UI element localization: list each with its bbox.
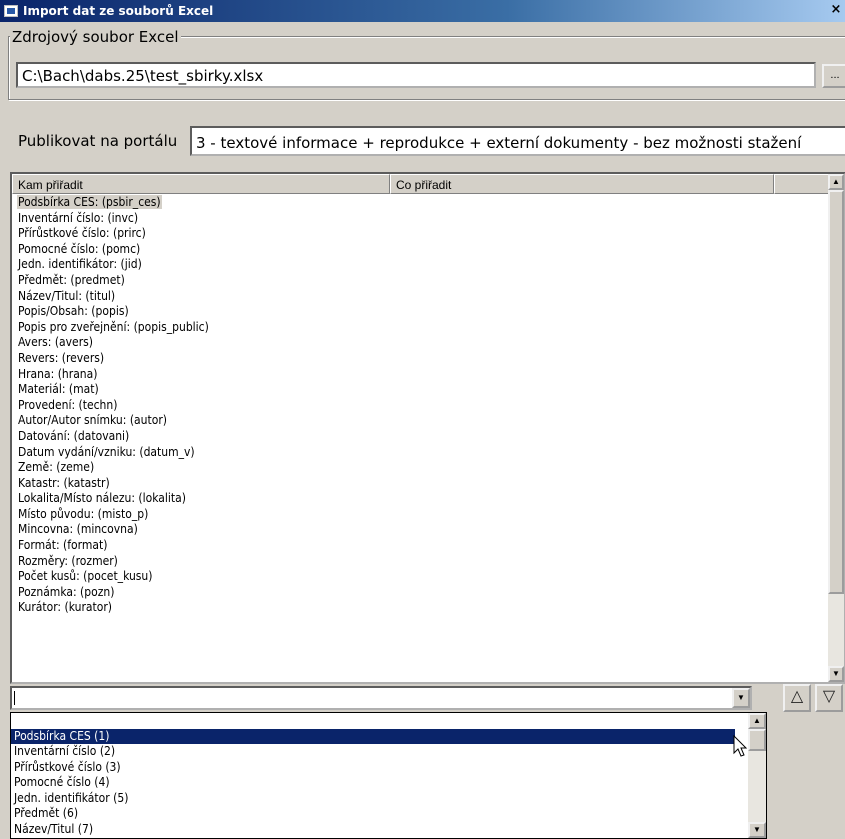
publish-select[interactable]: 3 - textové informace + reprodukce + ext… xyxy=(190,126,845,156)
list-item-label: Podsbírka CES: (psbir_ces) xyxy=(17,195,162,209)
list-item[interactable]: Provedení: (techn) xyxy=(12,398,832,414)
list-item-label: Inventární číslo: (invc) xyxy=(18,210,139,225)
list-item-label: Revers: (revers) xyxy=(18,350,105,365)
dropdown-scrollbar[interactable]: ▲ ▼ xyxy=(748,713,766,838)
list-item[interactable]: Počet kusů: (pocet_kusu) xyxy=(12,569,832,585)
publish-label: Publikovat na portálu xyxy=(18,132,178,150)
mapping-list-scrollbar[interactable]: ▲ ▼ xyxy=(828,174,844,682)
list-item-label: Rozměry: (rozmer) xyxy=(18,553,118,568)
move-down-button[interactable]: ▽ xyxy=(815,684,843,712)
list-item[interactable]: Autor/Autor snímku: (autor) xyxy=(12,413,832,429)
list-item[interactable]: Země: (zeme) xyxy=(12,460,832,476)
window-title: Import dat ze souborů Excel xyxy=(23,4,214,18)
list-item[interactable]: Lokalita/Místo nálezu: (lokalita) xyxy=(12,491,832,507)
source-column-combo[interactable]: ▼ xyxy=(10,686,752,710)
browse-button[interactable]: ... xyxy=(822,64,845,88)
dropdown-scroll-down-icon[interactable]: ▼ xyxy=(748,822,766,838)
list-item[interactable]: Podsbírka CES: (psbir_ces) xyxy=(12,195,832,211)
chevron-down-icon[interactable]: ▼ xyxy=(732,688,750,708)
list-item[interactable]: Formát: (format) xyxy=(12,538,832,554)
list-item-label: Počet kusů: (pocet_kusu) xyxy=(18,569,153,584)
list-item[interactable]: Avers: (avers) xyxy=(12,335,832,351)
column-header-source[interactable]: Co přiřadit xyxy=(390,174,774,194)
dropdown-body: Podsbírka CES (1) Inventární číslo (2) Pří… xyxy=(11,713,766,837)
list-item[interactable]: Jedn. identifikátor: (jid) xyxy=(12,257,832,273)
list-item-label: Datum vydání/vzniku: (datum_v) xyxy=(18,444,195,459)
source-path-input[interactable]: C:\Bach\dabs.25\test_sbirky.xlsx xyxy=(16,62,816,88)
list-item[interactable]: Popis pro zveřejnění: (popis_public) xyxy=(12,320,832,336)
source-column-dropdown[interactable]: Podsbírka CES (1) Inventární číslo (2) Pří… xyxy=(10,712,767,839)
column-header-target[interactable]: Kam přiřadit xyxy=(12,174,390,194)
scroll-thumb[interactable] xyxy=(828,190,844,594)
list-item-label: Kurátor: (kurator) xyxy=(18,600,112,615)
list-item-label: Popis pro zveřejnění: (popis_public) xyxy=(18,319,209,334)
list-item-label: Materiál: (mat) xyxy=(18,382,99,397)
title-bar: Import dat ze souborů Excel × xyxy=(0,0,845,22)
text-caret xyxy=(14,691,15,705)
dropdown-item[interactable]: Podsbírka CES (1) xyxy=(11,728,735,744)
dropdown-scroll-up-icon[interactable]: ▲ xyxy=(748,713,766,729)
list-item[interactable]: Název/Titul: (titul) xyxy=(12,289,832,305)
dropdown-item[interactable]: Pomocné číslo (4) xyxy=(11,775,735,791)
list-item-label: Hrana: (hrana) xyxy=(18,366,98,381)
scroll-down-icon[interactable]: ▼ xyxy=(828,666,844,682)
list-item[interactable]: Předmět: (predmet) xyxy=(12,273,832,289)
list-item[interactable]: Místo původu: (misto_p) xyxy=(12,507,832,523)
list-item-label: Země: (zeme) xyxy=(18,460,95,475)
list-item[interactable]: Rozměry: (rozmer) xyxy=(12,554,832,570)
close-button[interactable]: × xyxy=(829,2,843,18)
list-item[interactable]: Materiál: (mat) xyxy=(12,382,832,398)
list-item-label: Provedení: (techn) xyxy=(18,397,118,412)
list-item[interactable]: Kurátor: (kurator) xyxy=(12,600,832,616)
dropdown-scroll-thumb[interactable] xyxy=(748,729,766,751)
dropdown-item[interactable] xyxy=(11,713,735,729)
list-item[interactable]: Datum vydání/vzniku: (datum_v) xyxy=(12,445,832,461)
list-item[interactable]: Katastr: (katastr) xyxy=(12,476,832,492)
list-item[interactable]: Revers: (revers) xyxy=(12,351,832,367)
list-item-label: Poznámka: (pozn) xyxy=(18,584,115,599)
dropdown-item[interactable]: Předmět (6) xyxy=(11,806,735,822)
list-item-label: Předmět: (predmet) xyxy=(18,272,125,287)
down-triangle-icon: ▽ xyxy=(822,688,836,705)
up-triangle-icon: △ xyxy=(790,688,804,705)
list-item-label: Formát: (format) xyxy=(18,538,108,553)
list-item-label: Autor/Autor snímku: (autor) xyxy=(18,413,167,428)
list-item[interactable]: Přírůstkové číslo: (prirc) xyxy=(12,226,832,242)
move-up-button[interactable]: △ xyxy=(783,684,811,712)
list-item[interactable]: Hrana: (hrana) xyxy=(12,367,832,383)
list-item-label: Datování: (datovani) xyxy=(18,428,130,443)
list-item-label: Přírůstkové číslo: (prirc) xyxy=(18,226,146,241)
list-item[interactable]: Poznámka: (pozn) xyxy=(12,585,832,601)
list-item-label: Popis/Obsah: (popis) xyxy=(18,304,129,319)
dropdown-item[interactable]: Jedn. identifikátor (5) xyxy=(11,791,735,807)
app-icon xyxy=(4,5,18,17)
dropdown-item[interactable]: Inventární číslo (2) xyxy=(11,744,735,760)
list-item-label: Pomocné číslo: (pomc) xyxy=(18,241,141,256)
mapping-list-header: Kam přiřadit Co přiřadit xyxy=(12,174,832,194)
dropdown-item[interactable]: Přírůstkové číslo (3) xyxy=(11,760,735,776)
list-item[interactable]: Inventární číslo: (invc) xyxy=(12,211,832,227)
list-item[interactable]: Mincovna: (mincovna) xyxy=(12,522,832,538)
list-item-label: Katastr: (katastr) xyxy=(18,475,110,490)
column-header-extra[interactable] xyxy=(774,174,832,194)
mouse-cursor-icon xyxy=(733,735,748,757)
list-item-label: Místo původu: (misto_p) xyxy=(18,506,149,521)
list-item-label: Mincovna: (mincovna) xyxy=(18,522,138,537)
list-item-label: Název/Titul: (titul) xyxy=(18,288,116,303)
mapping-list-body: Podsbírka CES: (psbir_ces) Inventární čís… xyxy=(12,195,832,616)
list-item-label: Jedn. identifikátor: (jid) xyxy=(18,257,142,272)
list-item-label: Lokalita/Místo nálezu: (lokalita) xyxy=(18,491,186,506)
scroll-up-icon[interactable]: ▲ xyxy=(828,174,844,190)
list-item[interactable]: Popis/Obsah: (popis) xyxy=(12,304,832,320)
list-item[interactable]: Pomocné číslo: (pomc) xyxy=(12,242,832,258)
list-item[interactable]: Datování: (datovani) xyxy=(12,429,832,445)
source-file-legend: Zdrojový soubor Excel xyxy=(10,28,181,46)
mapping-list[interactable]: Kam přiřadit Co přiřadit Podsbírka CES: … xyxy=(10,172,845,684)
dropdown-item[interactable]: Název/Titul (7) xyxy=(11,822,735,838)
list-item-label: Avers: (avers) xyxy=(18,335,93,350)
